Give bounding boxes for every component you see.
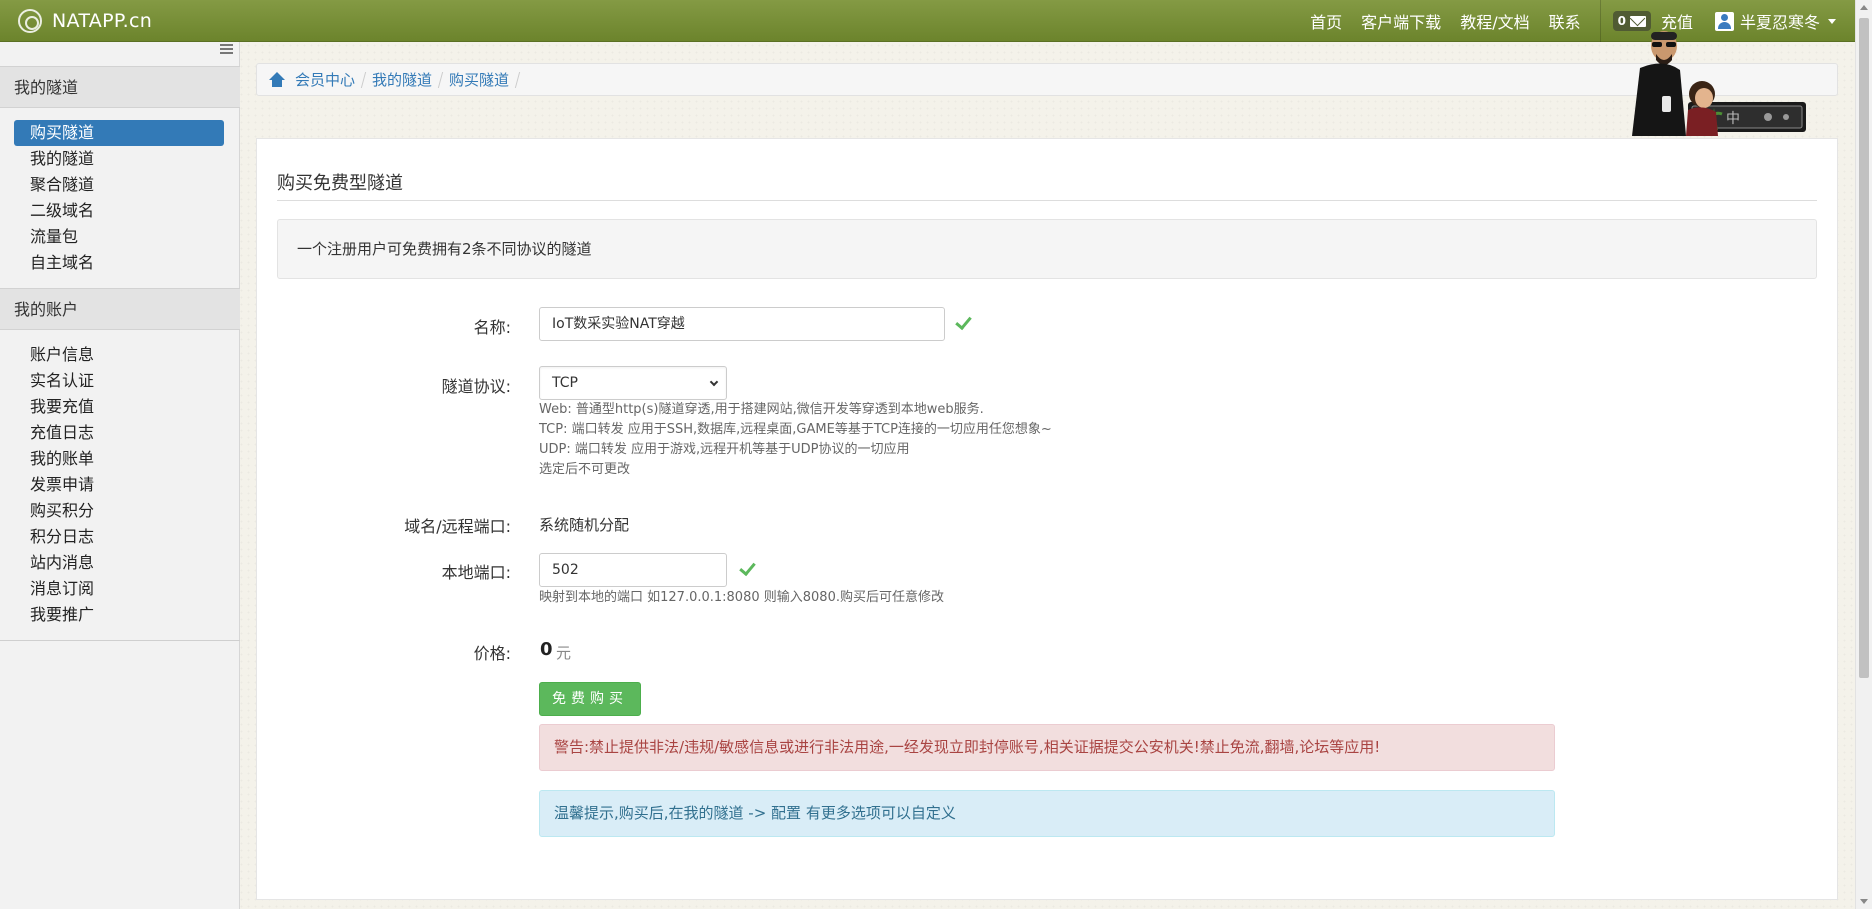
protocol-select[interactable]: TCP [539, 366, 727, 400]
top-navbar: NATAPP.cn 首页 客户端下载 教程/文档 联系 0 充值 半夏忍寒冬 [0, 0, 1872, 42]
sidebar-item-custom-domain[interactable]: 自主域名 [14, 250, 224, 276]
mascot-image: 中 [1632, 31, 1806, 136]
page-scrollbar[interactable] [1855, 0, 1872, 909]
protocol-select-value: TCP [552, 375, 578, 391]
nav-link-docs[interactable]: 教程/文档 [1460, 9, 1529, 33]
scroll-down-icon[interactable] [1860, 899, 1868, 904]
sidebar-item-points-log[interactable]: 积分日志 [14, 524, 224, 550]
message-count: 0 [1617, 14, 1626, 28]
sidebar-item-messages[interactable]: 站内消息 [14, 550, 224, 576]
domain-value: 系统随机分配 [539, 516, 630, 534]
sidebar-item-subdomain[interactable]: 二级域名 [14, 198, 224, 224]
navbar-divider [1599, 0, 1601, 42]
sidebar-item-bills[interactable]: 我的账单 [14, 446, 224, 472]
price-label: 价格: [473, 644, 511, 663]
sidebar: 我的隧道 购买隧道 我的隧道 聚合隧道 二级域名 流量包 自主域名 我的账户 账… [0, 42, 240, 909]
sidebar-group-tunnels-title: 我的隧道 [0, 66, 240, 108]
port-valid-check-icon [739, 558, 756, 577]
tunnel-name-input[interactable]: IoT数采实验NAT穿越 [539, 307, 945, 341]
mascot-sign-text: 中 [1726, 111, 1740, 127]
local-port-input[interactable]: 502 [539, 553, 727, 587]
page-title: 购买免费型隧道 [277, 173, 403, 194]
name-label: 名称: [473, 318, 511, 337]
sidebar-item-traffic-pack[interactable]: 流量包 [14, 224, 224, 250]
sidebar-item-aggregate-tunnels[interactable]: 聚合隧道 [14, 172, 224, 198]
breadcrumb: 会员中心 我的隧道 购买隧道 [256, 63, 1838, 96]
protocol-label: 隧道协议: [441, 377, 511, 396]
scroll-up-icon[interactable] [1860, 5, 1868, 10]
scrollbar-thumb[interactable] [1859, 18, 1869, 678]
protocol-help-note: 选定后不可更改 [539, 462, 631, 477]
warning-alert: 警告:禁止提供非法/违规/敏感信息或进行非法用途,一经发现立即封停账号,相关证据… [539, 724, 1555, 771]
name-valid-check-icon [955, 312, 972, 331]
local-port-help: 映射到本地的端口 如127.0.0.1:8080 则输入8080.购买后可任意修… [539, 590, 944, 605]
free-tunnel-notice: 一个注册用户可免费拥有2条不同协议的隧道 [277, 219, 1817, 279]
sidebar-divider [0, 640, 240, 641]
price-unit: 元 [556, 644, 572, 662]
sidebar-item-buy-points[interactable]: 购买积分 [14, 498, 224, 524]
sidebar-item-invoice[interactable]: 发票申请 [14, 472, 224, 498]
protocol-help: Web: 普通型http(s)隧道穿透,用于搭建网站,微信开发等穿透到本地web… [539, 400, 1052, 480]
sidebar-item-recharge[interactable]: 我要充值 [14, 394, 224, 420]
free-buy-button[interactable]: 免费购买 [539, 682, 641, 716]
breadcrumb-member-center[interactable]: 会员中心 [295, 69, 355, 90]
protocol-help-web: Web: 普通型http(s)隧道穿透,用于搭建网站,微信开发等穿透到本地web… [539, 402, 984, 417]
sidebar-item-account-info[interactable]: 账户信息 [14, 342, 224, 368]
protocol-help-udp: UDP: 端口转发 应用于游戏,远程开机等基于UDP协议的一切应用 [539, 442, 910, 457]
nav-link-home[interactable]: 首页 [1310, 9, 1342, 33]
tip-alert: 温馨提示,购买后,在我的隧道 -> 配置 有更多选项可以自定义 [539, 790, 1555, 837]
caret-down-icon [1828, 18, 1836, 24]
sidebar-menu-account: 账户信息 实名认证 我要充值 充值日志 我的账单 发票申请 购买积分 积分日志 … [0, 342, 240, 628]
chevron-down-icon [709, 377, 719, 387]
nav-link-client-download[interactable]: 客户端下载 [1361, 9, 1441, 33]
envelope-icon [1629, 15, 1646, 27]
price-value: 0 [540, 639, 553, 660]
breadcrumb-buy-tunnel[interactable]: 购买隧道 [449, 69, 509, 90]
breadcrumb-my-tunnels[interactable]: 我的隧道 [372, 69, 432, 90]
sidebar-item-subscriptions[interactable]: 消息订阅 [14, 576, 224, 602]
natapp-logo-icon [18, 9, 42, 33]
message-badge[interactable]: 0 [1612, 11, 1651, 31]
local-port-label: 本地端口: [441, 563, 511, 582]
sidebar-item-my-tunnels[interactable]: 我的隧道 [14, 146, 224, 172]
nav-link-contact[interactable]: 联系 [1549, 9, 1581, 33]
domain-label: 域名/远程端口: [404, 517, 511, 536]
sidebar-menu-tunnels: 购买隧道 我的隧道 聚合隧道 二级域名 流量包 自主域名 [0, 120, 240, 276]
sidebar-item-real-name[interactable]: 实名认证 [14, 368, 224, 394]
sidebar-collapse-icon[interactable] [220, 44, 233, 55]
sidebar-item-buy-tunnel[interactable]: 购买隧道 [14, 120, 224, 146]
user-icon [1714, 11, 1734, 31]
sidebar-item-promotion[interactable]: 我要推广 [14, 602, 224, 628]
brand-name[interactable]: NATAPP.cn [52, 10, 152, 32]
protocol-help-tcp: TCP: 端口转发 应用于SSH,数据库,远程桌面,GAME等基于TCP连接的一… [539, 422, 1052, 437]
sidebar-group-account-title: 我的账户 [0, 288, 240, 330]
brand[interactable]: NATAPP.cn [18, 6, 152, 36]
sidebar-item-recharge-log[interactable]: 充值日志 [14, 420, 224, 446]
buy-tunnel-panel: 购买免费型隧道 一个注册用户可免费拥有2条不同协议的隧道 名称: IoT数采实验… [256, 138, 1838, 900]
home-icon[interactable] [269, 71, 285, 88]
